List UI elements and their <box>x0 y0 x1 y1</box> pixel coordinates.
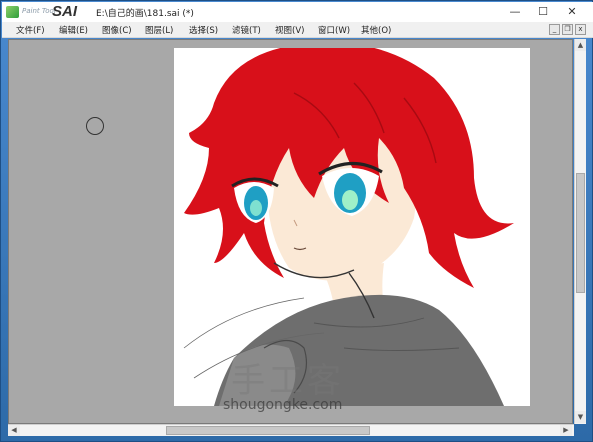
brush-cursor-icon <box>86 117 104 135</box>
mdi-minimize-button[interactable]: _ <box>549 24 560 35</box>
maximize-button[interactable]: ☐ <box>529 2 557 22</box>
sai-window: Paint Tool SAI E:\自己的画\181.sai (*) — ☐ ✕… <box>0 0 593 442</box>
minimize-button[interactable]: — <box>501 2 529 22</box>
logo-sai-text: SAI <box>52 3 78 20</box>
menu-edit[interactable]: 编辑(E) <box>59 24 88 36</box>
title-bar[interactable]: Paint Tool SAI E:\自己的画\181.sai (*) — ☐ ✕ <box>2 2 593 22</box>
menu-selection[interactable]: 选择(S) <box>189 24 218 36</box>
menu-others[interactable]: 其他(O) <box>361 24 391 36</box>
app-logo: Paint Tool SAI <box>6 3 82 20</box>
menu-window[interactable]: 窗口(W) <box>318 24 350 36</box>
mdi-close-button[interactable]: x <box>575 24 586 35</box>
artwork-illustration <box>183 48 514 406</box>
logo-small-text: Paint Tool <box>22 7 56 15</box>
watermark-logo-text: 手工客 <box>231 361 345 401</box>
close-button[interactable]: ✕ <box>558 2 586 22</box>
menu-file[interactable]: 文件(F) <box>16 24 45 36</box>
menu-filter[interactable]: 滤镜(T) <box>232 24 261 36</box>
scroll-up-icon[interactable]: ▲ <box>575 39 586 51</box>
drawing-canvas[interactable] <box>174 48 530 406</box>
scroll-right-icon[interactable]: ▶ <box>560 425 572 436</box>
vertical-scroll-thumb[interactable] <box>576 173 585 293</box>
scroll-down-icon[interactable]: ▼ <box>575 411 586 423</box>
menu-image[interactable]: 图像(C) <box>102 24 132 36</box>
vertical-scrollbar[interactable]: ▲ ▼ <box>574 39 586 424</box>
mdi-restore-button[interactable]: ❐ <box>562 24 573 35</box>
menu-bar: 文件(F) 编辑(E) 图像(C) 图层(L) 选择(S) 滤镜(T) 视图(V… <box>2 22 593 38</box>
menu-view[interactable]: 视图(V) <box>275 24 304 36</box>
menu-layer[interactable]: 图层(L) <box>145 24 173 36</box>
window-title: E:\自己的画\181.sai (*) <box>96 9 194 19</box>
horizontal-scroll-thumb[interactable] <box>166 426 370 435</box>
scroll-left-icon[interactable]: ◀ <box>8 425 20 436</box>
paint-tool-sai-logo-icon <box>6 6 19 18</box>
watermark-url: shougongke.com <box>223 397 343 413</box>
horizontal-scrollbar[interactable]: ◀ ▶ <box>8 424 574 436</box>
